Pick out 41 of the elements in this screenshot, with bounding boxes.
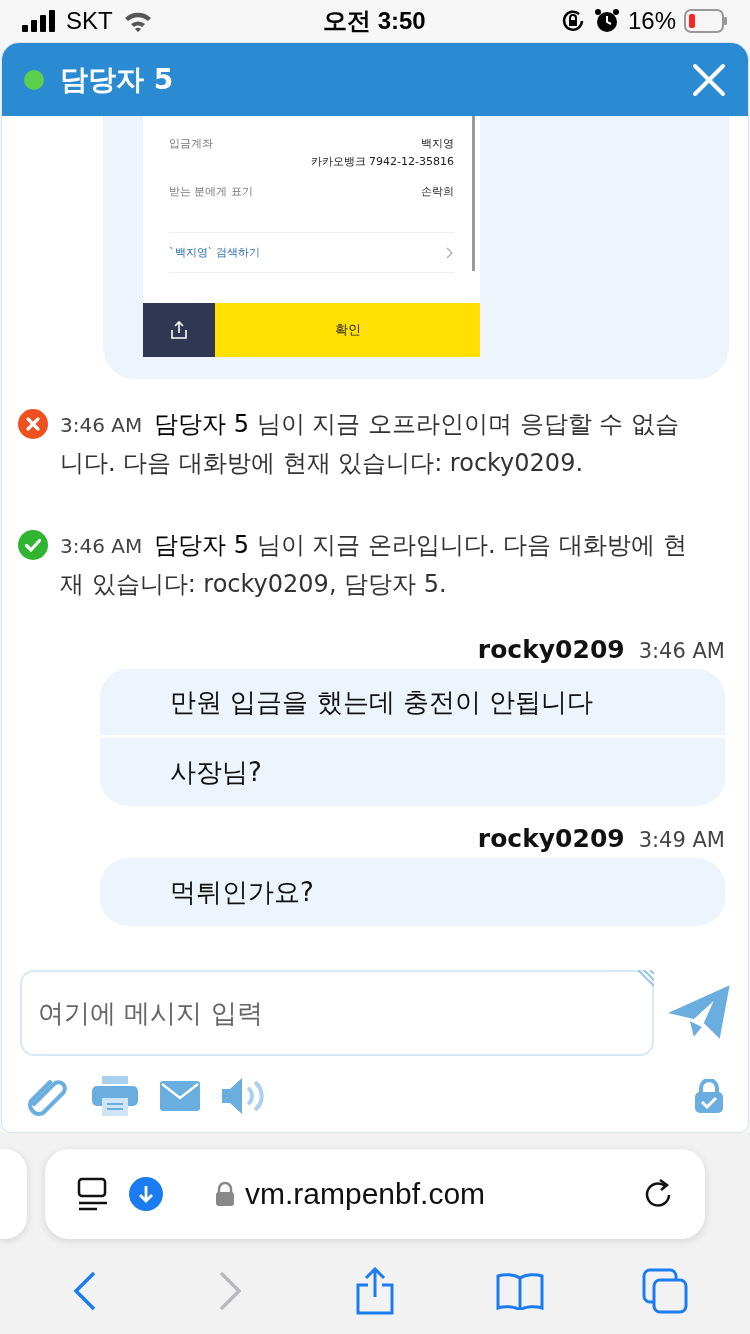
back-icon <box>72 1271 97 1311</box>
lock-icon <box>215 1181 235 1207</box>
chat-title: 담당자 5 <box>60 61 175 98</box>
confirm-button[interactable]: 확인 <box>215 303 480 357</box>
lock-icon[interactable] <box>694 1079 724 1113</box>
address-bar[interactable]: vm.rampenbf.com <box>45 1149 705 1239</box>
forward-icon <box>217 1271 242 1311</box>
alarm-icon <box>593 8 620 34</box>
message-text: 먹튀인가요? <box>100 858 725 926</box>
event-message: 3:46 AM 담당자 5 님이 지금 온라입니다. 다음 대화방에 현재 있습니다: rocky0209, 담당자 5. <box>60 530 688 600</box>
battery-percent: 16% <box>627 7 676 35</box>
envelope-icon[interactable] <box>160 1081 200 1111</box>
message-time: 3:49 AM <box>638 828 725 852</box>
send-icon[interactable] <box>668 985 730 1041</box>
clock-time: 오전 3:50 <box>322 6 426 36</box>
message-text: 만원 입금을 했는데 충전이 안됩니다 <box>100 669 725 735</box>
share-button[interactable] <box>143 303 215 357</box>
sender-name: rocky0209 <box>477 824 625 853</box>
message-input[interactable]: 여기에 메시지 입력 <box>20 970 655 1056</box>
carrier-name: SKT <box>66 7 113 35</box>
book-icon <box>496 1272 545 1310</box>
printer-icon[interactable] <box>92 1076 138 1116</box>
page-menu-icon[interactable] <box>77 1177 109 1211</box>
chevron-icon <box>446 246 454 259</box>
search-link[interactable]: `백지영` 검색하기 <box>169 245 261 260</box>
message-text: 사장님? <box>100 738 725 806</box>
url-text[interactable]: vm.rampenbf.com <box>245 1177 643 1211</box>
receipt-value: 손락희 <box>421 184 454 199</box>
message-time: 3:46 AM <box>638 639 725 663</box>
download-icon[interactable] <box>129 1177 163 1211</box>
receipt-value: 백지영 <box>421 136 454 151</box>
close-icon[interactable] <box>692 62 726 97</box>
account-number: 카카오뱅크 7942-12-35816 <box>310 154 454 169</box>
share-icon <box>355 1267 394 1315</box>
event-message: 3:46 AM 담당자 5 님이 지금 오프라인이며 응답할 수 없습니다. 다음 대화방에 현재 있습니다: rocky0209. <box>60 409 680 479</box>
sender-name: rocky0209 <box>477 635 625 664</box>
receipt-label: 받는 분에게 표기 <box>169 184 253 200</box>
share-icon <box>170 320 188 340</box>
receipt-label: 입금계좌 <box>169 136 213 152</box>
tabs-icon <box>642 1268 689 1314</box>
battery-icon <box>684 9 728 33</box>
